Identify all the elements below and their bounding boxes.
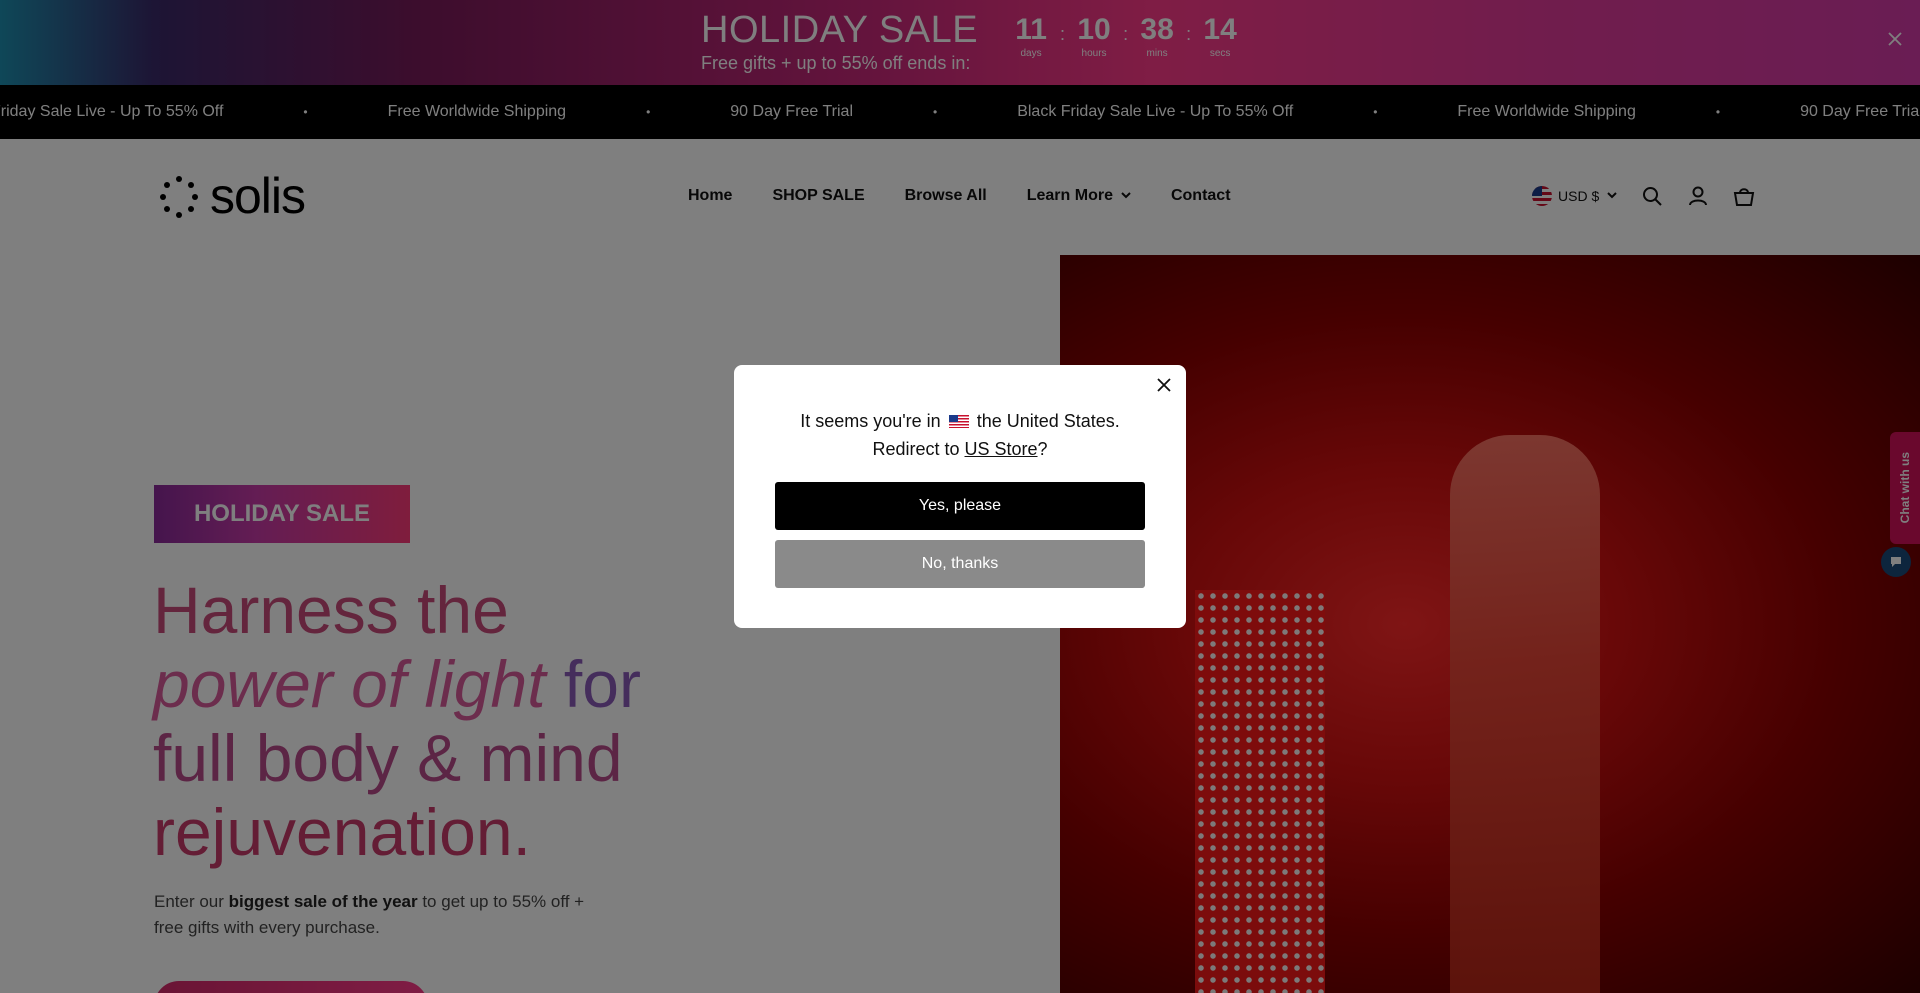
- close-icon[interactable]: [1152, 373, 1176, 397]
- us-store-link[interactable]: US Store: [965, 439, 1038, 459]
- geo-redirect-modal: It seems you're in the United States. Re…: [734, 365, 1186, 628]
- message-text: It seems you're in: [800, 411, 941, 431]
- message-text: the United States.: [976, 411, 1120, 431]
- yes-please-button[interactable]: Yes, please: [775, 482, 1145, 530]
- message-text: Redirect to: [872, 439, 965, 459]
- no-thanks-button[interactable]: No, thanks: [775, 540, 1145, 588]
- redirect-message: It seems you're in the United States. Re…: [734, 407, 1186, 463]
- message-text: ?: [1037, 439, 1048, 459]
- us-flag-icon: [948, 415, 969, 428]
